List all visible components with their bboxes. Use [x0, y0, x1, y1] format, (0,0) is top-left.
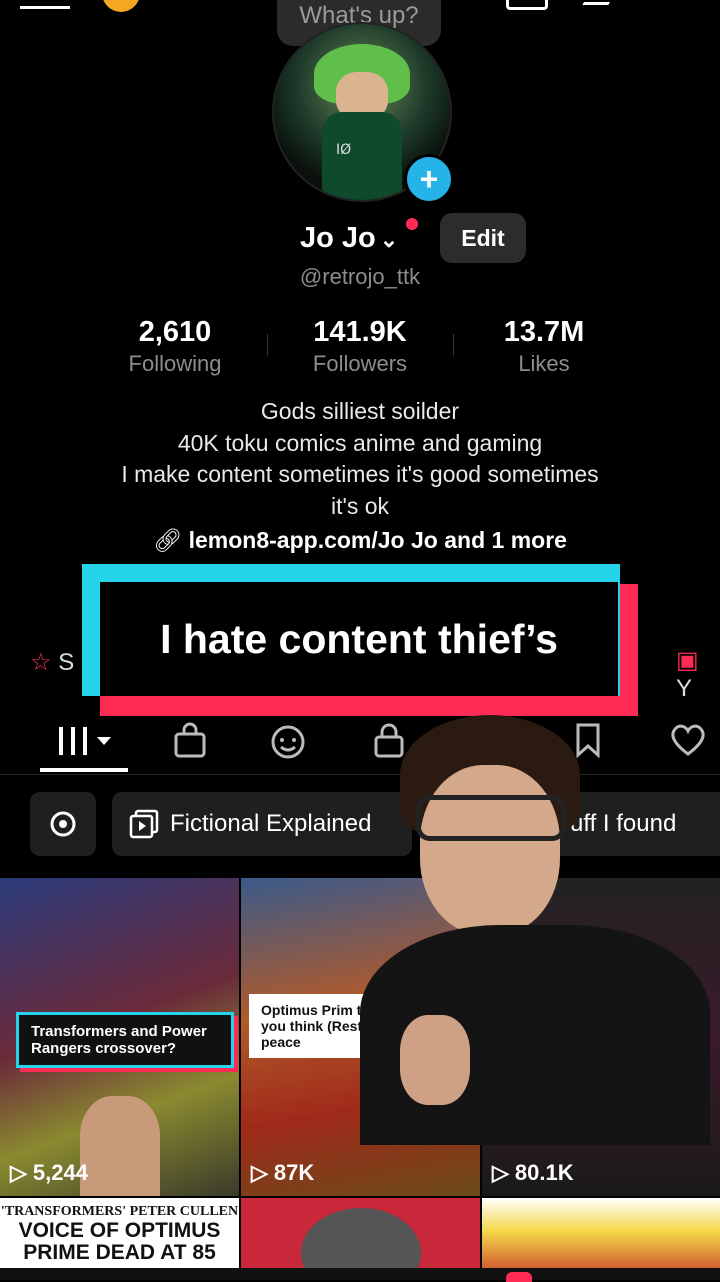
notification-dot — [406, 218, 418, 230]
bio-link-url: lemon8-app.com/Jo Jo — [188, 527, 438, 553]
thumbnail-title: Transformers and Power Rangers crossover… — [16, 1012, 234, 1068]
emoji-icon[interactable] — [102, 0, 140, 12]
video-thumbnail[interactable]: Transformers and Power Rangers crossover… — [0, 878, 239, 1196]
creator-face — [80, 1096, 160, 1196]
creator-face — [420, 765, 560, 935]
stat-value: 141.9K — [313, 316, 407, 348]
filter-settings-button[interactable] — [30, 792, 96, 856]
avatar-jersey-number: ΙØ — [336, 142, 352, 158]
stat-label: Followers — [312, 351, 408, 376]
video-caption: I hate content thief’s — [100, 582, 618, 696]
divider — [267, 334, 268, 356]
edit-profile-button[interactable]: Edit — [440, 213, 526, 263]
stats-icon[interactable] — [506, 0, 548, 10]
shop-chip[interactable]: ▣ Y — [676, 646, 720, 703]
star-icon: ☆ — [30, 649, 52, 676]
headline-big: PRIME DEAD AT 85 — [23, 1241, 216, 1264]
chip-label: Fictional Explained — [170, 810, 372, 837]
stat-label: Following — [128, 351, 222, 376]
bottom-nav — [0, 1268, 720, 1280]
creator-video-overlay — [360, 715, 710, 1145]
add-story-button[interactable]: + — [404, 154, 454, 204]
bio-link-more: and 1 more — [444, 527, 567, 553]
gear-icon — [50, 811, 76, 837]
grid-icon — [59, 727, 111, 755]
headline-big: VOICE OF OPTIMUS — [18, 1219, 221, 1242]
chevron-down-icon: ⌄ — [379, 227, 399, 252]
bio: Gods silliest soilder 40K toku comics an… — [60, 396, 660, 522]
inbox-badge[interactable] — [506, 1272, 532, 1282]
stat-likes[interactable]: 13.7M Likes — [454, 316, 634, 377]
tab-reposts[interactable] — [268, 718, 312, 762]
active-tab-indicator — [40, 768, 128, 772]
profile-name[interactable]: Jo Jo ⌄ — [300, 222, 398, 255]
stat-label: Likes — [518, 351, 570, 376]
stat-value: 2,610 — [138, 316, 212, 348]
bio-link[interactable]: 🔗︎ lemon8-app.com/Jo Jo and 1 more — [0, 527, 720, 554]
bio-line: 40K toku comics anime and gaming — [177, 429, 543, 456]
showcase-chip[interactable]: ☆ S — [30, 648, 74, 677]
face-sparkle-icon — [271, 725, 305, 759]
share-icon[interactable] — [582, 0, 616, 5]
view-count: ▷ 5,244 — [10, 1160, 88, 1185]
chip-label: S — [58, 649, 75, 676]
play-icon: ▷ — [10, 1160, 27, 1185]
headline-small: 'TRANSFORMERS' PETER CULLEN — [0, 1204, 239, 1219]
stat-following[interactable]: 2,610 Following — [85, 316, 265, 377]
bio-line: Gods silliest soilder — [260, 398, 460, 424]
bag-icon: ▣ — [676, 647, 699, 674]
view-count: ▷ 80.1K — [492, 1160, 574, 1185]
chip-label: Y — [676, 675, 693, 702]
bag-icon — [174, 722, 206, 758]
plus-icon: + — [419, 161, 439, 197]
top-left-icon[interactable] — [20, 0, 70, 9]
glasses-icon — [416, 795, 566, 841]
tab-videos[interactable] — [56, 718, 116, 762]
stat-followers[interactable]: 141.9K Followers — [270, 316, 450, 377]
link-icon: 🔗︎ — [153, 527, 183, 553]
stat-value: 13.7M — [503, 316, 585, 348]
play-icon: ▷ — [251, 1160, 268, 1185]
bio-line: it's ok — [330, 492, 390, 519]
tab-shop[interactable] — [168, 718, 212, 762]
playlist-icon — [129, 809, 159, 839]
play-icon: ▷ — [492, 1160, 509, 1185]
profile-handle: @retrojo_ttk — [299, 264, 421, 289]
bio-line: I make content sometimes it's good somet… — [121, 461, 599, 487]
avatar-shirt — [322, 112, 402, 200]
creator-hand — [400, 1015, 470, 1105]
view-count: ▷ 87K — [251, 1160, 315, 1185]
